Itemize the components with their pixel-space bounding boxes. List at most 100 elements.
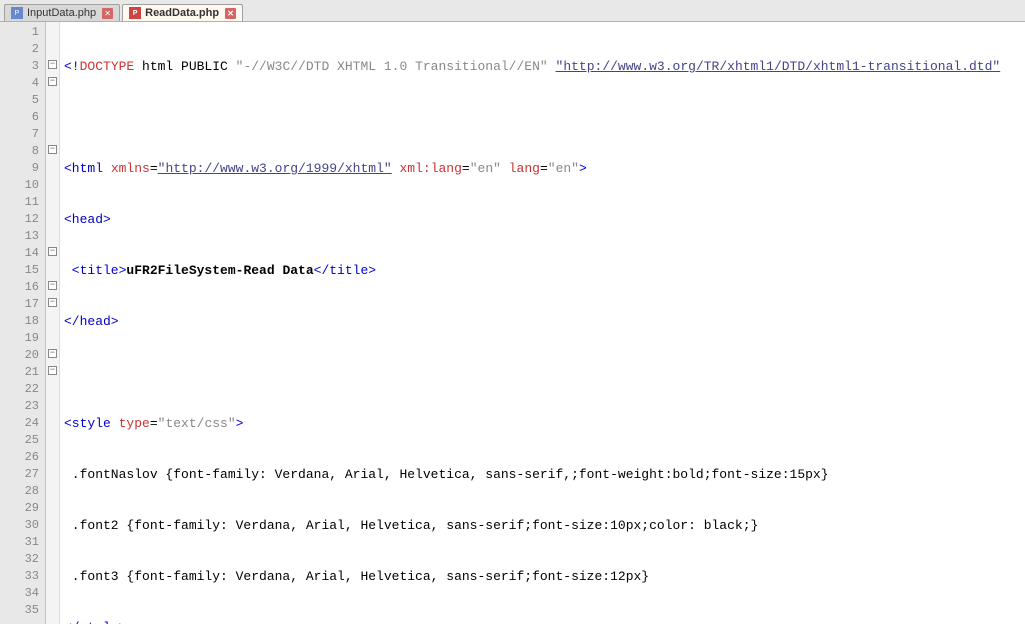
line-number: 7 — [2, 126, 39, 143]
code-token: = — [150, 161, 158, 176]
fold-cell — [46, 328, 59, 345]
fold-cell: − — [46, 141, 59, 158]
fold-cell — [46, 481, 59, 498]
line-number: 22 — [2, 381, 39, 398]
tab-inputdata[interactable]: P InputData.php ✕ — [4, 4, 120, 21]
line-number-gutter: 1234567891011121314151617181920212223242… — [0, 22, 46, 624]
fold-cell — [46, 413, 59, 430]
code-token: "-//W3C//DTD XHTML 1.0 Transitional//EN" — [236, 59, 548, 74]
close-icon[interactable]: ✕ — [225, 8, 236, 19]
line-number: 17 — [2, 296, 39, 313]
fold-cell — [46, 107, 59, 124]
code-token: > — [579, 161, 587, 176]
fold-cell — [46, 226, 59, 243]
line-number: 20 — [2, 347, 39, 364]
fold-toggle-icon[interactable]: − — [48, 247, 57, 256]
line-number: 16 — [2, 279, 39, 296]
line-number: 8 — [2, 143, 39, 160]
code-token: = — [462, 161, 470, 176]
fold-cell: − — [46, 73, 59, 90]
code-token: <title> — [64, 263, 126, 278]
editor-area: 1234567891011121314151617181920212223242… — [0, 22, 1025, 624]
tab-readdata[interactable]: P ReadData.php ✕ — [122, 4, 243, 21]
fold-cell: − — [46, 56, 59, 73]
fold-cell — [46, 464, 59, 481]
line-number: 3 — [2, 58, 39, 75]
line-number: 25 — [2, 432, 39, 449]
line-number: 32 — [2, 551, 39, 568]
fold-toggle-icon[interactable]: − — [48, 366, 57, 375]
fold-cell — [46, 90, 59, 107]
code-token: html PUBLIC — [134, 59, 235, 74]
code-token: lang — [501, 161, 540, 176]
code-token: </style> — [64, 620, 126, 624]
code-token: .font2 {font-family: Verdana, Arial, Hel… — [64, 518, 758, 533]
fold-cell — [46, 447, 59, 464]
fold-toggle-icon[interactable]: − — [48, 60, 57, 69]
code-token: <html — [64, 161, 111, 176]
code-token: .fontNaslov {font-family: Verdana, Arial… — [64, 467, 829, 482]
fold-cell — [46, 430, 59, 447]
fold-cell — [46, 600, 59, 617]
fold-cell — [46, 39, 59, 56]
fold-cell: − — [46, 243, 59, 260]
line-number: 23 — [2, 398, 39, 415]
fold-cell — [46, 158, 59, 175]
line-number: 27 — [2, 466, 39, 483]
line-number: 33 — [2, 568, 39, 585]
code-token: = — [150, 416, 158, 431]
fold-column: − − − − − − − − — [46, 22, 60, 624]
line-number: 28 — [2, 483, 39, 500]
code-token: "http://www.w3.org/1999/xhtml" — [158, 161, 392, 176]
code-token: <style — [64, 416, 119, 431]
close-icon[interactable]: ✕ — [102, 8, 113, 19]
code-token: "en" — [470, 161, 501, 176]
line-number: 26 — [2, 449, 39, 466]
fold-cell — [46, 22, 59, 39]
line-number: 12 — [2, 211, 39, 228]
fold-cell — [46, 311, 59, 328]
line-number: 30 — [2, 517, 39, 534]
line-number: 14 — [2, 245, 39, 262]
line-number: 15 — [2, 262, 39, 279]
line-number: 1 — [2, 24, 39, 41]
fold-toggle-icon[interactable]: − — [48, 349, 57, 358]
code-token: <! — [64, 59, 80, 74]
code-token: = — [540, 161, 548, 176]
line-number: 11 — [2, 194, 39, 211]
line-number: 29 — [2, 500, 39, 517]
fold-cell — [46, 124, 59, 141]
fold-cell — [46, 209, 59, 226]
fold-cell — [46, 515, 59, 532]
fold-cell: − — [46, 345, 59, 362]
code-area[interactable]: <!DOCTYPE html PUBLIC "-//W3C//DTD XHTML… — [60, 22, 1025, 624]
line-number: 31 — [2, 534, 39, 551]
line-number: 9 — [2, 160, 39, 177]
fold-cell — [46, 566, 59, 583]
fold-toggle-icon[interactable]: − — [48, 298, 57, 307]
line-number: 21 — [2, 364, 39, 381]
fold-toggle-icon[interactable]: − — [48, 145, 57, 154]
file-php-icon: P — [129, 7, 141, 19]
code-token: type — [119, 416, 150, 431]
code-token: xml:lang — [392, 161, 462, 176]
code-token: <head> — [64, 212, 111, 227]
tab-label: InputData.php — [27, 7, 96, 19]
line-number: 4 — [2, 75, 39, 92]
fold-cell — [46, 175, 59, 192]
code-token: "http://www.w3.org/TR/xhtml1/DTD/xhtml1-… — [556, 59, 1001, 74]
fold-toggle-icon[interactable]: − — [48, 281, 57, 290]
tab-label: ReadData.php — [145, 7, 219, 19]
fold-cell — [46, 260, 59, 277]
code-token: "en" — [548, 161, 579, 176]
line-number: 10 — [2, 177, 39, 194]
line-number: 5 — [2, 92, 39, 109]
code-token: > — [236, 416, 244, 431]
line-number: 35 — [2, 602, 39, 619]
code-token: DOCTYPE — [80, 59, 135, 74]
code-token: </title> — [314, 263, 376, 278]
fold-toggle-icon[interactable]: − — [48, 77, 57, 86]
code-token: </head> — [64, 314, 119, 329]
code-token: xmlns — [111, 161, 150, 176]
line-number: 6 — [2, 109, 39, 126]
